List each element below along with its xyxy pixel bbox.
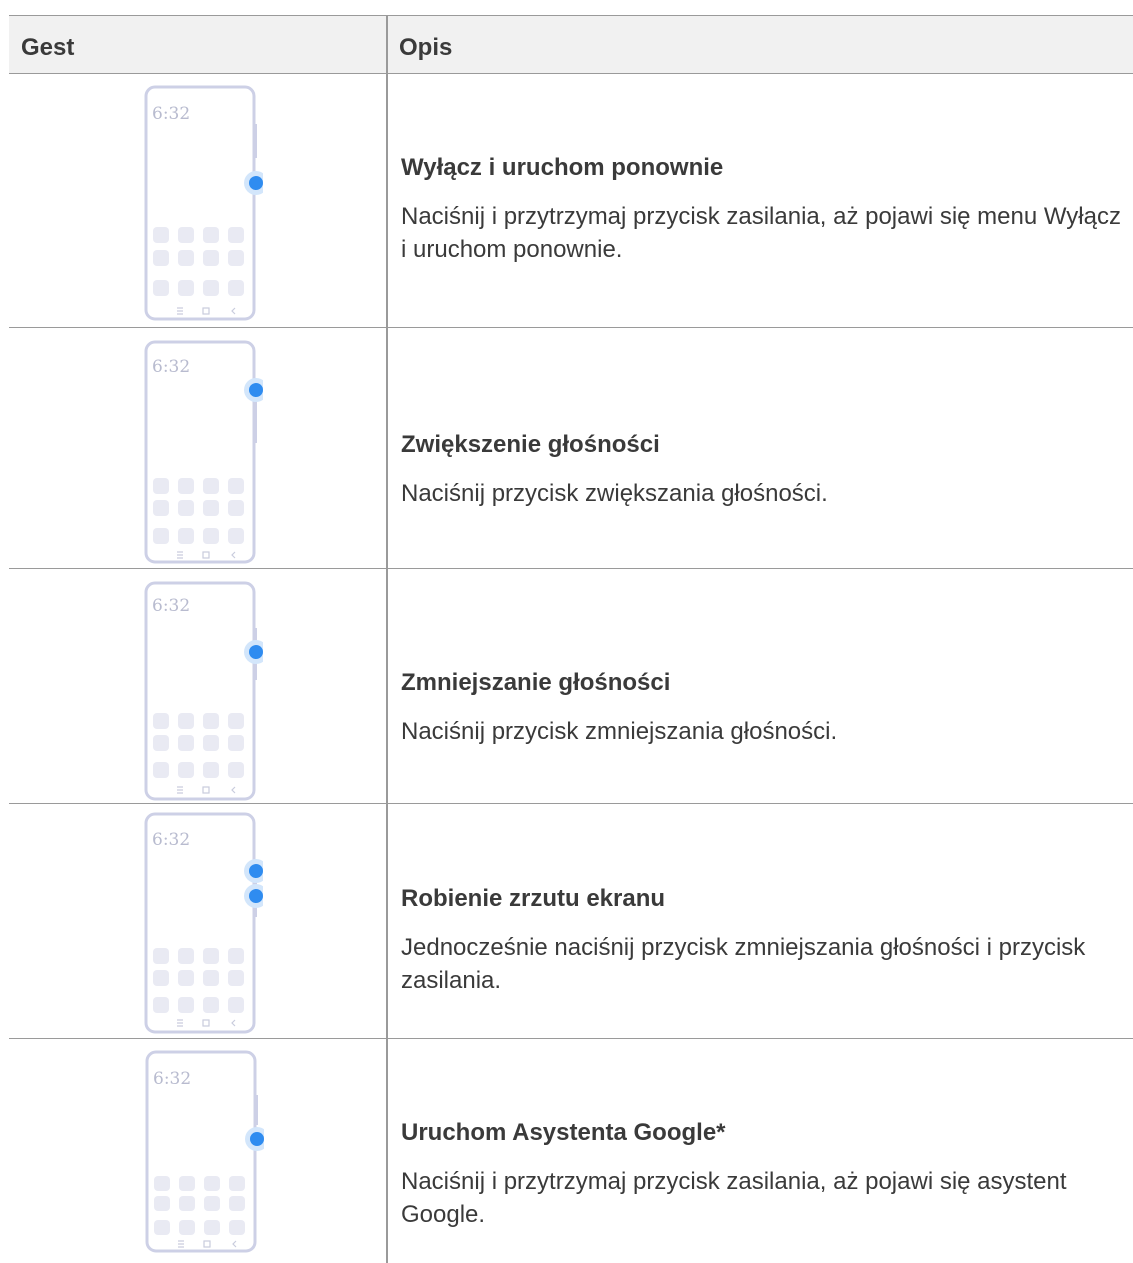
gesture-title: Robienie zrzutu ekranu [401,885,666,912]
phone-power-press-icon: 6:32 [144,85,263,321]
side-button [253,124,257,158]
phone-time-label: 6:32 [152,104,190,124]
press-dot [250,1132,264,1146]
phone-volume-down-press-icon: 6:32 [144,581,263,801]
phone-time-label: 6:32 [152,830,190,850]
gesture-title: Wyłącz i uruchom ponownie [401,154,724,181]
gesture-body: Naciśnij i przytrzymaj przycisk zasilani… [401,1168,1067,1228]
app-grid [153,948,244,1013]
header-gest: Gest [21,34,75,61]
row-description: Robienie zrzutu ekranu Jednocześnie naci… [401,885,1121,997]
gesture-body: Naciśnij przycisk zwiększania głośności. [401,480,828,507]
gesture-title: Uruchom Asystenta Google* [401,1119,726,1146]
nav-bar-icons [177,307,236,315]
nav-bar-icons [178,1240,237,1248]
table-row-power: 6:32 Wyłącz i uruchom ponownie Naciśnij … [9,74,1133,327]
phone-time-label: 6:32 [152,596,190,616]
app-grid [154,1176,245,1235]
app-grid [153,227,244,296]
phone-screenshot-press-icon: 6:32 [144,812,263,1034]
rule-top [9,15,1133,16]
table-row-volume-down: 6:32 Zmniejszanie głośności Naciśnij prz… [9,569,1133,803]
gesture-title: Zwiększenie głośności [401,431,660,458]
press-dot [249,645,263,659]
gesture-body: Jednocześnie naciśnij przycisk zmniejsza… [401,934,1086,994]
table-row-volume-up: 6:32 Zwiększenie głośności Naciśnij przy… [9,328,1133,568]
row-description: Uruchom Asystenta Google* Naciśnij i prz… [401,1119,1121,1231]
press-dot [249,176,263,190]
nav-bar-icons [177,1019,236,1027]
gesture-body: Naciśnij i przytrzymaj przycisk zasilani… [401,203,1121,263]
table-header: Gest Opis [9,16,1133,73]
phone-time-label: 6:32 [153,1069,191,1089]
table-row-google-assistant: 6:32 Uruchom Asystenta Google* Naciśnij … [9,1039,1133,1263]
press-dot [249,864,263,878]
press-dot [249,383,263,397]
phone-time-label: 6:32 [152,357,190,377]
row-description: Wyłącz i uruchom ponownie Naciśnij i prz… [401,154,1121,266]
gesture-body: Naciśnij przycisk zmniejszania głośności… [401,718,838,745]
nav-bar-icons [177,551,236,559]
nav-bar-icons [177,786,236,794]
press-dot [249,889,263,903]
table-row-screenshot: 6:32 Robienie zrzutu ekranu Jednocześnie… [9,804,1133,1038]
phone-volume-up-press-icon: 6:32 [144,340,263,564]
phone-assistant-press-icon: 6:32 [145,1050,264,1253]
row-description: Zwiększenie głośności Naciśnij przycisk … [401,431,1121,510]
app-grid [153,713,244,778]
side-button [254,1095,258,1125]
header-opis: Opis [399,34,453,61]
row-description: Zmniejszanie głośności Naciśnij przycisk… [401,669,1121,748]
gesture-title: Zmniejszanie głośności [401,669,671,696]
app-grid [153,478,244,544]
